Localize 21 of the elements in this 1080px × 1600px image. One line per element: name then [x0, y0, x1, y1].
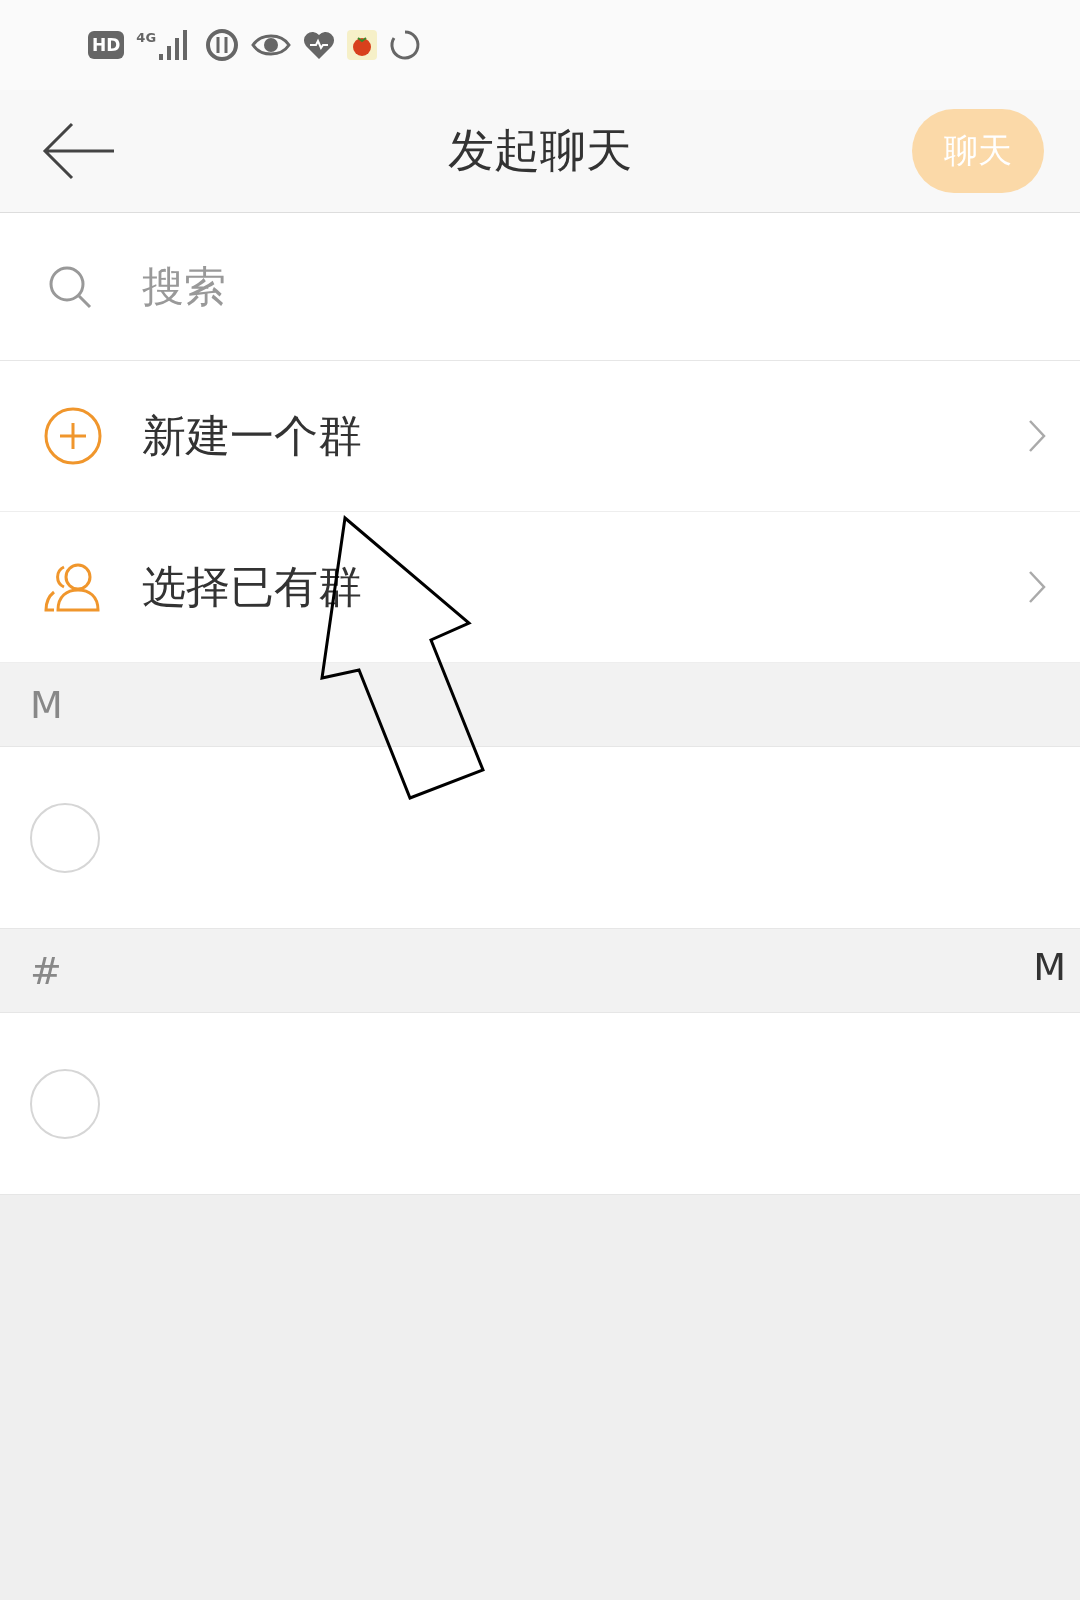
menu-item[interactable]: 新建一个群 — [0, 361, 1080, 512]
search-icon — [48, 264, 92, 309]
hd-icon: HD — [88, 31, 125, 59]
network-type: 4G — [136, 30, 157, 45]
section-letter: # — [30, 948, 62, 993]
checkbox[interactable] — [30, 802, 100, 873]
contact-row[interactable] — [0, 747, 1080, 929]
chevron-icon — [1028, 419, 1046, 453]
people-icon — [44, 562, 102, 612]
eye-icon — [251, 32, 292, 58]
tomato-icon — [347, 30, 378, 60]
plus-circle-icon — [44, 407, 102, 465]
page-title: 发起聊天 — [448, 122, 632, 179]
index-letter[interactable]: M — [1033, 945, 1066, 989]
contact-row[interactable] — [0, 1013, 1080, 1195]
section-letter: M — [30, 682, 63, 727]
chevron-icon — [1028, 570, 1046, 604]
heart-icon — [303, 31, 336, 59]
loading-icon — [389, 29, 422, 61]
back-icon[interactable] — [42, 121, 116, 181]
checkbox[interactable] — [30, 1068, 100, 1139]
